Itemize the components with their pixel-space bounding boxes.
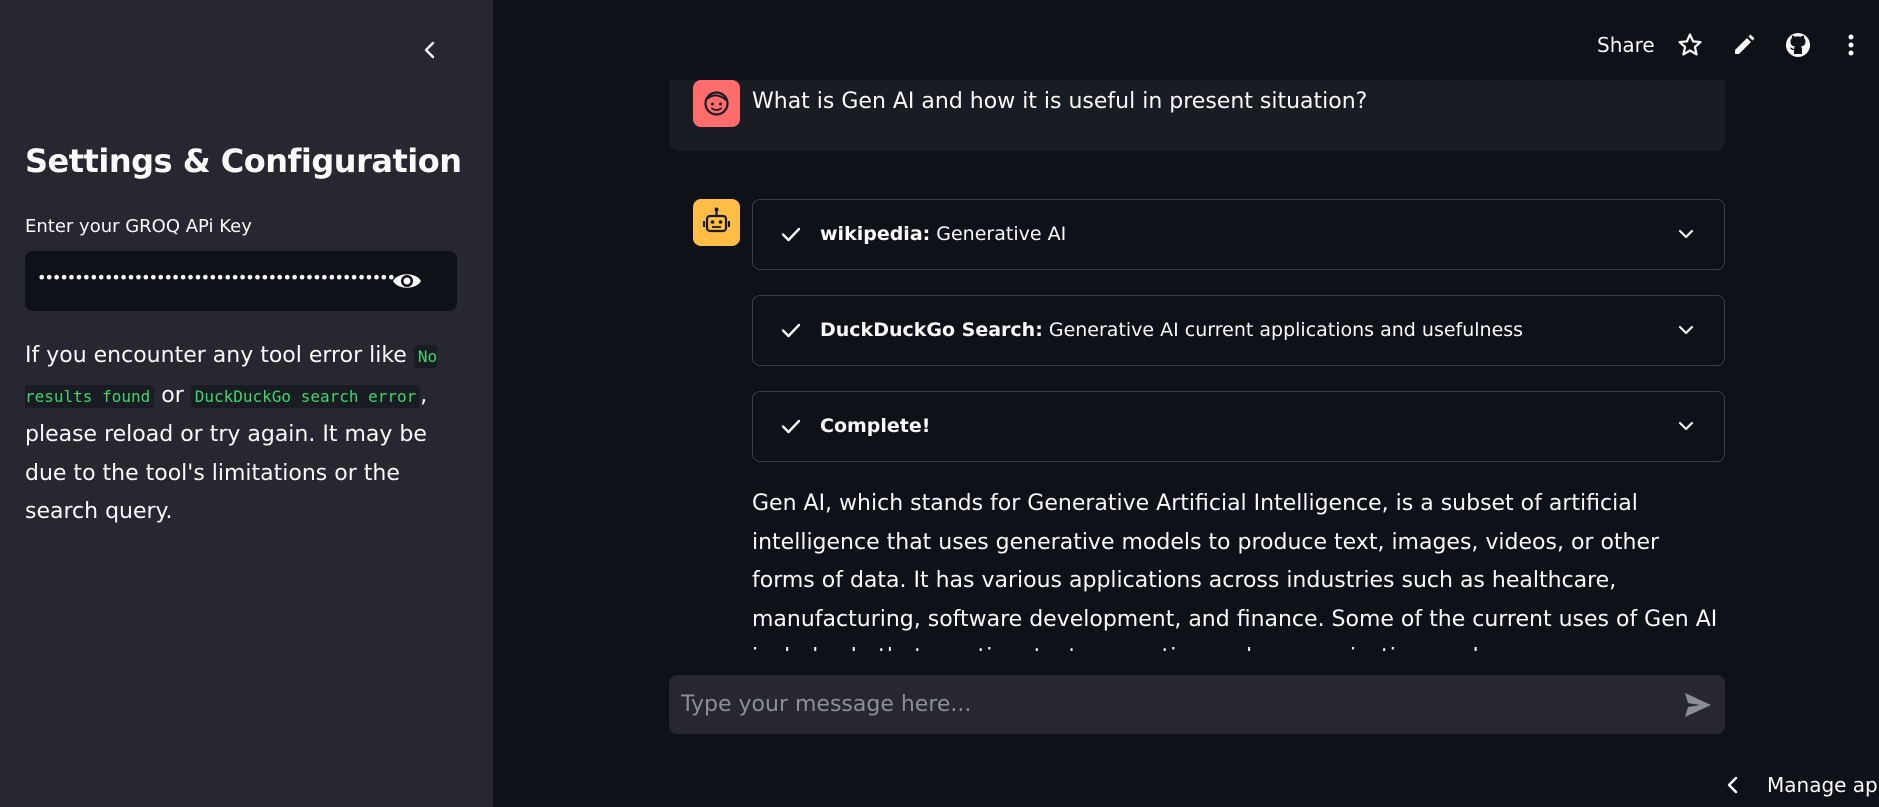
share-button[interactable]: Share	[1597, 33, 1655, 57]
pencil-icon	[1735, 34, 1755, 54]
main-menu-button[interactable]	[1840, 32, 1862, 58]
more-vertical-icon	[1848, 34, 1854, 56]
step-tool-name: Complete!	[820, 415, 931, 437]
step-label: Complete!	[820, 415, 930, 437]
step-label: DuckDuckGo Search: Generative AI current…	[820, 319, 1523, 341]
manage-app-label: Manage app	[1767, 773, 1879, 797]
assistant-avatar	[693, 199, 740, 246]
api-key-masked-value[interactable]: ••••••••••••••••••••••••••••••••••••••••…	[37, 268, 394, 287]
app-root: Settings & Configuration Enter your GROQ…	[0, 0, 1879, 807]
chevron-down-icon	[1678, 325, 1694, 335]
api-key-label: Enter your GROQ APi Key	[25, 216, 252, 237]
step-tool-name: DuckDuckGo Search:	[820, 319, 1043, 341]
step-tool-name: wikipedia:	[820, 223, 931, 245]
assistant-answer-text: Gen AI, which stands for Generative Arti…	[752, 491, 1718, 651]
check-icon	[781, 419, 801, 434]
user-avatar	[693, 80, 740, 127]
chat-input-container	[669, 675, 1725, 734]
tool-step-duckduckgo[interactable]: DuckDuckGo Search: Generative AI current…	[752, 295, 1725, 366]
step-query: Generative AI current applications and u…	[1042, 319, 1524, 341]
user-message-text: What is Gen AI and how it is useful in p…	[752, 89, 1368, 114]
send-button[interactable]	[1683, 691, 1713, 719]
step-query: Generative AI	[930, 223, 1067, 245]
edit-button[interactable]	[1731, 32, 1757, 58]
robot-icon	[702, 207, 731, 233]
manage-app-button[interactable]: Manage app	[1722, 770, 1879, 800]
star-icon	[1678, 33, 1702, 56]
face-icon	[704, 91, 729, 116]
tool-step-wikipedia[interactable]: wikipedia: Generative AI	[752, 199, 1725, 270]
chevron-left-icon	[1727, 776, 1738, 794]
check-icon	[781, 227, 801, 242]
sidebar-title: Settings & Configuration	[25, 142, 462, 180]
tool-error-note: If you encounter any tool error like No …	[25, 337, 465, 532]
code-ddg-error: DuckDuckGo search error	[190, 384, 421, 408]
github-icon	[1786, 33, 1810, 57]
chat-input[interactable]	[681, 675, 1631, 734]
eye-icon	[393, 274, 421, 288]
github-button[interactable]	[1785, 32, 1811, 58]
tool-step-complete[interactable]: Complete!	[752, 391, 1725, 462]
favorite-button[interactable]	[1677, 32, 1703, 58]
api-key-field[interactable]: ••••••••••••••••••••••••••••••••••••••••…	[25, 251, 457, 311]
send-icon	[1685, 693, 1711, 717]
step-label: wikipedia: Generative AI	[820, 223, 1066, 245]
chevron-down-icon	[1678, 421, 1694, 431]
chevron-left-icon	[424, 41, 435, 59]
note-or: or	[154, 382, 191, 408]
show-password-button[interactable]	[391, 267, 423, 295]
sidebar: Settings & Configuration Enter your GROQ…	[0, 0, 493, 807]
check-icon	[781, 323, 801, 338]
note-prefix: If you encounter any tool error like	[25, 343, 414, 368]
collapse-sidebar-button[interactable]	[418, 38, 442, 62]
chevron-down-icon	[1678, 229, 1694, 239]
